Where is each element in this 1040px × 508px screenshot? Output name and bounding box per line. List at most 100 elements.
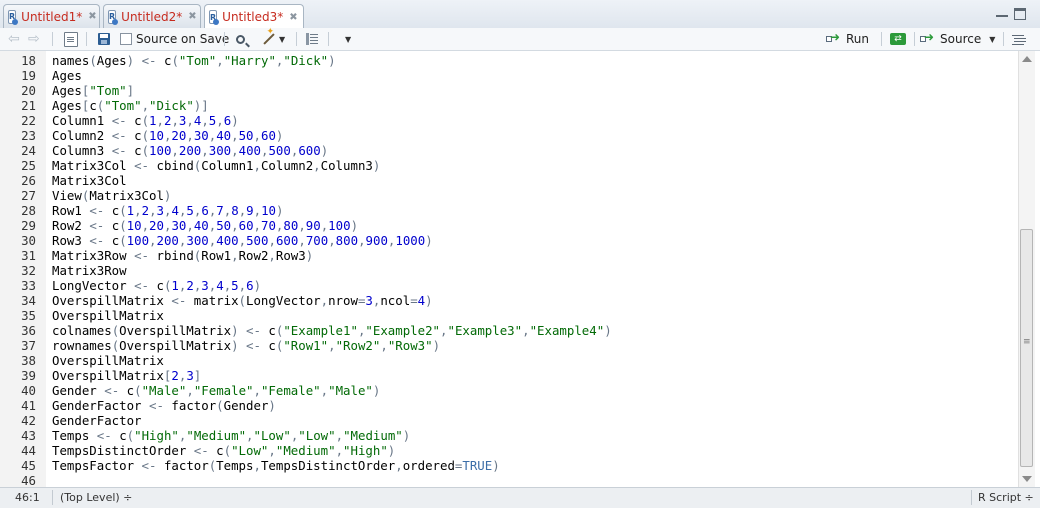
code-line[interactable]: 44 TempsDistinctOrder <- c("Low","Medium"…	[0, 443, 1018, 458]
code-line[interactable]: 31 Matrix3Row <- rbind(Row1,Row2,Row3)	[0, 248, 1018, 263]
run-label: Run	[846, 32, 870, 46]
code-line[interactable]: 20 Ages["Tom"]	[0, 83, 1018, 98]
code-line[interactable]: 23 Column2 <- c(10,20,30,40,50,60)	[0, 128, 1018, 143]
code-text: GenderFactor	[52, 413, 142, 428]
minimize-icon[interactable]	[996, 8, 1008, 17]
scope-selector[interactable]: (Top Level) ÷	[60, 491, 132, 504]
run-arrow-icon	[826, 30, 840, 44]
line-number: 25	[21, 158, 36, 173]
scrollbar-thumb[interactable]	[1020, 229, 1033, 467]
code-line[interactable]: 45 TempsFactor <- factor(Temps,TempsDisti…	[0, 458, 1018, 473]
line-number: 41	[21, 398, 36, 413]
code-line[interactable]: 19 Ages	[0, 68, 1018, 83]
line-number: 21	[21, 98, 36, 113]
code-line[interactable]: 37 rownames(OverspillMatrix) <- c("Row1",…	[0, 338, 1018, 353]
code-editor[interactable]: 18 names(Ages) <- c("Tom","Harry","Dick")…	[0, 51, 1018, 487]
line-number: 19	[21, 68, 36, 83]
tab-untitled2[interactable]: R Untitled2* ✖	[103, 4, 201, 28]
search-icon[interactable]	[236, 30, 245, 48]
code-line[interactable]: 30 Row3 <- c(100,200,300,400,500,600,700,…	[0, 233, 1018, 248]
code-line[interactable]: 28 Row1 <- c(1,2,3,4,5,6,7,8,9,10)	[0, 203, 1018, 218]
line-number: 39	[21, 368, 36, 383]
code-text: OverspillMatrix[2,3]	[52, 368, 202, 383]
line-number: 36	[21, 323, 36, 338]
code-line[interactable]: 39 OverspillMatrix[2,3]	[0, 368, 1018, 383]
code-line[interactable]: 32 Matrix3Row	[0, 263, 1018, 278]
code-line[interactable]: 27 View(Matrix3Col)	[0, 188, 1018, 203]
code-tools-button[interactable]: ▼	[262, 30, 285, 48]
r-file-icon: R	[209, 10, 220, 25]
run-button[interactable]: Run	[826, 30, 869, 48]
code-text: OverspillMatrix	[52, 353, 164, 368]
more-options-button[interactable]: ▼	[342, 30, 351, 48]
save-icon[interactable]	[98, 30, 110, 48]
tab-label: Untitled2*	[121, 9, 183, 24]
line-number: 37	[21, 338, 36, 353]
code-text: TempsDistinctOrder <- c("Low","Medium","…	[52, 443, 396, 458]
code-line[interactable]: 25 Matrix3Col <- cbind(Column1,Column2,Co…	[0, 158, 1018, 173]
chevron-down-icon[interactable]: ▼	[989, 35, 995, 44]
source-button[interactable]: Source ▼	[920, 30, 995, 48]
document-outline-icon[interactable]	[1012, 30, 1024, 48]
close-icon[interactable]: ✖	[188, 11, 196, 22]
code-text: Row3 <- c(100,200,300,400,500,600,700,80…	[52, 233, 433, 248]
status-bar: 46:1 (Top Level) ÷ R Script ÷	[0, 487, 1040, 508]
line-number: 26	[21, 173, 36, 188]
code-line[interactable]: 38 OverspillMatrix	[0, 353, 1018, 368]
source-on-save-checkbox[interactable]: Source on Save	[120, 30, 229, 48]
code-line[interactable]: 24 Column3 <- c(100,200,300,400,500,600)	[0, 143, 1018, 158]
line-number: 18	[21, 53, 36, 68]
code-text: Row2 <- c(10,20,30,40,50,60,70,80,90,100…	[52, 218, 359, 233]
close-icon[interactable]: ✖	[88, 11, 96, 22]
code-text: Matrix3Row	[52, 263, 127, 278]
line-number: 44	[21, 443, 36, 458]
code-line[interactable]: 34 OverspillMatrix <- matrix(LongVector,n…	[0, 293, 1018, 308]
code-line[interactable]: 42 GenderFactor	[0, 413, 1018, 428]
code-line[interactable]: 41 GenderFactor <- factor(Gender)	[0, 398, 1018, 413]
code-text: GenderFactor <- factor(Gender)	[52, 398, 276, 413]
checkbox-icon[interactable]	[120, 33, 132, 45]
source-label: Source	[940, 32, 982, 46]
forward-arrow-icon[interactable]: ⇨	[28, 30, 40, 48]
code-text: LongVector <- c(1,2,3,4,5,6)	[52, 278, 262, 293]
code-text: Row1 <- c(1,2,3,4,5,6,7,8,9,10)	[52, 203, 284, 218]
code-text: Ages["Tom"]	[52, 83, 135, 98]
vertical-scrollbar[interactable]	[1018, 51, 1035, 487]
code-line[interactable]: 29 Row2 <- c(10,20,30,40,50,60,70,80,90,1…	[0, 218, 1018, 233]
code-line[interactable]: 18 names(Ages) <- c("Tom","Harry","Dick")	[0, 53, 1018, 68]
code-line[interactable]: 35 OverspillMatrix	[0, 308, 1018, 323]
scroll-down-icon[interactable]	[1022, 476, 1032, 482]
code-text: Ages[c("Tom","Dick")]	[52, 98, 209, 113]
code-line[interactable]: 43 Temps <- c("High","Medium","Low","Low"…	[0, 428, 1018, 443]
tab-untitled3[interactable]: R Untitled3* ✖	[204, 4, 304, 29]
line-number: 30	[21, 233, 36, 248]
maximize-icon[interactable]	[1014, 8, 1026, 20]
code-text: View(Matrix3Col)	[52, 188, 172, 203]
code-text: Column3 <- c(100,200,300,400,500,600)	[52, 143, 329, 158]
rerun-button[interactable]: ⇄	[890, 30, 906, 48]
tab-untitled1[interactable]: R Untitled1* ✖	[3, 4, 100, 28]
editor-toolbar: ⇦ ⇨ Source on Save ▼ ▼ Run ⇄ Source ▼	[0, 28, 1040, 51]
code-text: OverspillMatrix	[52, 308, 164, 323]
code-line[interactable]: 46	[0, 473, 1018, 487]
code-text: Matrix3Col	[52, 173, 127, 188]
tab-label: Untitled3*	[222, 10, 284, 24]
scroll-up-icon[interactable]	[1022, 56, 1032, 62]
code-line[interactable]: 22 Column1 <- c(1,2,3,4,5,6)	[0, 113, 1018, 128]
code-text: Gender <- c("Male","Female","Female","Ma…	[52, 383, 381, 398]
line-number: 43	[21, 428, 36, 443]
file-type-selector[interactable]: R Script ÷	[978, 491, 1034, 504]
code-text: Matrix3Row <- rbind(Row1,Row2,Row3)	[52, 248, 314, 263]
show-in-window-icon[interactable]	[64, 30, 78, 48]
chevron-down-icon: ▼	[279, 34, 286, 44]
back-arrow-icon[interactable]: ⇦	[8, 30, 20, 48]
code-line[interactable]: 36 colnames(OverspillMatrix) <- c("Exampl…	[0, 323, 1018, 338]
line-number: 38	[21, 353, 36, 368]
code-text: Temps <- c("High","Medium","Low","Low","…	[52, 428, 411, 443]
code-line[interactable]: 21 Ages[c("Tom","Dick")]	[0, 98, 1018, 113]
code-line[interactable]: 40 Gender <- c("Male","Female","Female","…	[0, 383, 1018, 398]
compile-report-icon[interactable]	[306, 30, 318, 48]
code-line[interactable]: 33 LongVector <- c(1,2,3,4,5,6)	[0, 278, 1018, 293]
close-icon[interactable]: ✖	[289, 12, 297, 23]
code-line[interactable]: 26 Matrix3Col	[0, 173, 1018, 188]
